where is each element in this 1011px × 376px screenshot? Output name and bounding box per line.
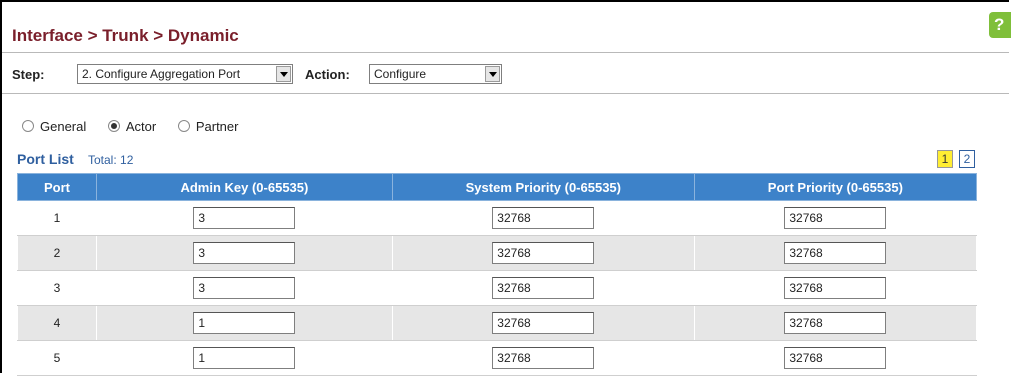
port-cell: 4 [17, 305, 97, 341]
system-priority-input[interactable]: 32768 [492, 277, 595, 299]
page-title: Interface > Trunk > Dynamic [12, 26, 239, 45]
table-row: 5 1 32768 32768 [17, 340, 978, 376]
page-link-1[interactable]: 1 [937, 150, 953, 168]
system-priority-input[interactable]: 32768 [492, 347, 595, 369]
admin-key-input[interactable]: 1 [193, 312, 296, 334]
chevron-down-icon [276, 66, 291, 82]
port-priority-input[interactable]: 32768 [784, 242, 887, 264]
table-row: 2 3 32768 32768 [17, 235, 978, 271]
radio-actor[interactable]: Actor [107, 119, 157, 134]
help-icon[interactable]: ? [989, 12, 1011, 38]
radio-general[interactable]: General [22, 119, 86, 134]
mode-radio-group: General Actor Partner [22, 119, 256, 134]
step-label: Step: [12, 67, 45, 82]
port-priority-input[interactable]: 32768 [784, 312, 887, 334]
admin-key-input[interactable]: 1 [193, 347, 296, 369]
header-port-priority: Port Priority (0-65535) [693, 173, 978, 201]
port-cell: 3 [17, 270, 97, 306]
table-row: 3 3 32768 32768 [17, 270, 978, 306]
port-cell: 5 [17, 340, 97, 376]
action-label: Action: [305, 67, 350, 82]
header-system-priority: System Priority (0-65535) [391, 173, 695, 201]
step-select[interactable]: 2. Configure Aggregation Port [77, 64, 293, 84]
radio-icon [107, 120, 120, 132]
port-cell: 2 [17, 235, 97, 271]
radio-icon [22, 120, 34, 132]
system-priority-input[interactable]: 32768 [492, 312, 595, 334]
port-priority-input[interactable]: 32768 [784, 277, 887, 299]
step-select-value: 2. Configure Aggregation Port [82, 67, 241, 81]
action-select[interactable]: Configure [369, 64, 502, 84]
system-priority-input[interactable]: 32768 [492, 242, 595, 264]
port-table: Port Admin Key (0-65535) System Priority… [17, 173, 978, 376]
pagination: 12 [937, 150, 981, 168]
port-priority-input[interactable]: 32768 [784, 207, 887, 229]
system-priority-input[interactable]: 32768 [492, 207, 595, 229]
header-port: Port [17, 173, 97, 201]
action-select-value: Configure [374, 67, 427, 81]
admin-key-input[interactable]: 3 [193, 242, 296, 264]
chevron-down-icon [485, 66, 500, 82]
port-total: Total: 12 [88, 153, 134, 167]
radio-label: Partner [195, 119, 239, 134]
radio-label: General [40, 119, 87, 134]
step-bar: Step: 2. Configure Aggregation Port Acti… [2, 57, 1009, 94]
radio-icon [177, 120, 190, 132]
table-row: 1 3 32768 32768 [17, 200, 978, 236]
table-row: 4 1 32768 32768 [17, 305, 978, 341]
page-link-2[interactable]: 2 [959, 150, 975, 168]
table-header-row: Port Admin Key (0-65535) System Priority… [17, 173, 978, 201]
port-cell: 1 [17, 200, 97, 236]
radio-label: Actor [125, 119, 157, 134]
port-list-title: Port List [17, 151, 74, 167]
header-admin-key: Admin Key (0-65535) [95, 173, 393, 201]
admin-key-input[interactable]: 3 [193, 277, 296, 299]
port-priority-input[interactable]: 32768 [784, 347, 887, 369]
radio-partner[interactable]: Partner [177, 119, 239, 134]
title-bar: Interface > Trunk > Dynamic [2, 12, 1009, 53]
admin-key-input[interactable]: 3 [193, 207, 296, 229]
